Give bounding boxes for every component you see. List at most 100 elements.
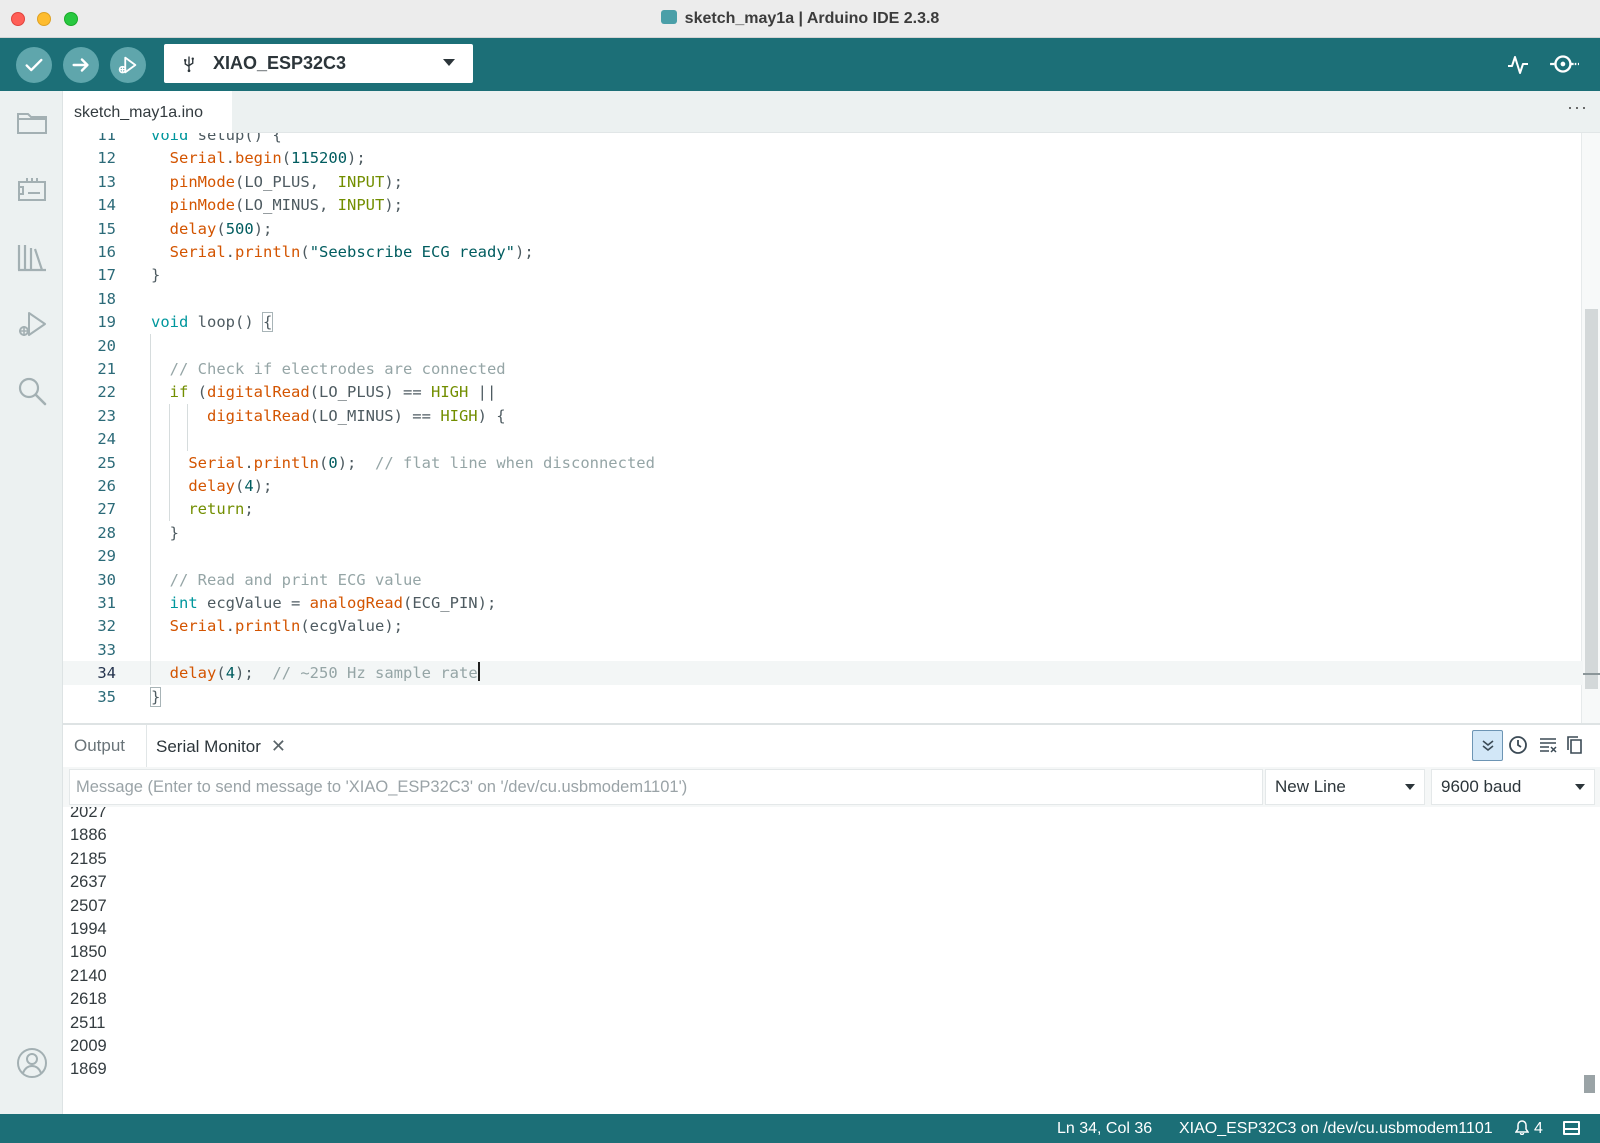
indent-guide [187, 403, 188, 451]
line-number: 28 [97, 523, 116, 542]
line-number: 30 [97, 570, 116, 589]
cursor-position[interactable]: Ln 34, Col 36 [1057, 1114, 1152, 1143]
code-line[interactable]: 24 [63, 427, 1583, 451]
verify-button[interactable] [16, 47, 52, 83]
code-line[interactable]: 28 } [63, 521, 1583, 545]
sketchbook-button[interactable] [14, 105, 50, 141]
code-text: } [151, 523, 179, 542]
window-title-wrap: sketch_may1a | Arduino IDE 2.3.8 [0, 0, 1600, 38]
copy-output-button[interactable] [1561, 731, 1589, 759]
chevron-down-icon [443, 59, 455, 66]
account-icon [17, 1048, 47, 1078]
debug-icon [118, 56, 137, 74]
serial-plotter-button[interactable] [1502, 48, 1534, 80]
toggle-panel-icon[interactable] [1563, 1121, 1580, 1135]
serial-scrollbar-thumb[interactable] [1584, 1075, 1595, 1093]
timestamp-toggle[interactable] [1504, 731, 1532, 759]
serial-line: 1850 [70, 943, 107, 962]
debug-button[interactable] [110, 47, 146, 83]
tab-serial-monitor[interactable]: Serial Monitor ✕ [146, 725, 286, 767]
text-cursor [477, 662, 480, 682]
autoscroll-toggle[interactable] [1472, 730, 1503, 761]
clear-output-button[interactable] [1534, 731, 1562, 759]
tab-output[interactable]: Output [74, 725, 125, 767]
serial-line: 1869 [70, 1060, 107, 1079]
code-line[interactable]: 21 // Check if electrodes are connected [63, 357, 1583, 381]
line-number: 11 [97, 133, 116, 144]
search-button[interactable] [14, 373, 50, 409]
line-number: 29 [97, 547, 116, 566]
verify-icon [25, 58, 43, 72]
code-line[interactable]: 12 Serial.begin(115200); [63, 146, 1583, 170]
editor-scrollbar-thumb[interactable] [1585, 309, 1598, 689]
code-line[interactable]: 14 pinMode(LO_MINUS, INPUT); [63, 193, 1583, 217]
autoscroll-icon [1482, 739, 1493, 751]
code-editor[interactable]: 11 void setup() {12 Serial.begin(115200);… [63, 133, 1600, 725]
chevron-down-icon [1575, 784, 1585, 790]
serial-line: 2140 [70, 966, 107, 985]
baud-rate-select[interactable]: 9600 baud [1431, 769, 1595, 805]
line-ending-select[interactable]: New Line [1265, 769, 1425, 805]
code-text: Serial.println(ecgValue); [169, 617, 403, 636]
line-number: 24 [97, 430, 116, 449]
code-line[interactable]: 23 digitalRead(LO_MINUS) == HIGH) { [63, 404, 1583, 428]
clear-all-icon [1540, 738, 1557, 753]
code-line[interactable]: 34 delay(4); // ~250 Hz sample rate [63, 661, 1583, 686]
code-line[interactable]: 26 delay(4); [63, 474, 1583, 498]
serial-line: 2027 [70, 807, 107, 821]
code-line[interactable]: 31 int ecgValue = analogRead(ECG_PIN); [63, 591, 1583, 615]
code-line[interactable]: 15 delay(500); [63, 217, 1583, 241]
library-manager-button[interactable] [14, 239, 50, 275]
editor-scrollbar[interactable] [1581, 133, 1600, 725]
account-button[interactable] [14, 1045, 50, 1081]
code-line[interactable]: 13 pinMode(LO_PLUS, INPUT); [63, 170, 1583, 194]
code-text: Serial.println("Seebscribe ECG ready"); [169, 243, 534, 261]
code-line[interactable]: 19 void loop() { [63, 310, 1583, 334]
code-line[interactable]: 16 Serial.println("Seebscribe ECG ready"… [63, 240, 1583, 264]
line-number: 17 [97, 266, 116, 285]
code-line[interactable]: 22 if (digitalRead(LO_PLUS) == HIGH || [63, 380, 1583, 404]
line-number: 22 [97, 383, 116, 402]
upload-button[interactable] [63, 47, 99, 83]
code-line[interactable]: 32 Serial.println(ecgValue); [63, 614, 1583, 638]
boards-manager-icon [18, 178, 46, 201]
board-port-status[interactable]: XIAO_ESP32C3 on /dev/cu.usbmodem1101 [1179, 1114, 1493, 1143]
file-tab[interactable]: sketch_may1a.ino [63, 91, 232, 133]
line-number: 33 [97, 640, 116, 659]
serial-monitor-button[interactable] [1548, 48, 1580, 80]
message-input[interactable] [69, 769, 1263, 805]
line-number: 15 [97, 219, 116, 238]
tab-serial-monitor-label: Serial Monitor [156, 737, 261, 756]
code-line[interactable]: 35} [63, 685, 1583, 709]
notifications-button[interactable]: 4 [1514, 1114, 1543, 1143]
code-line[interactable]: 18 [63, 287, 1583, 311]
code-line[interactable]: 29 [63, 544, 1583, 568]
code-line[interactable]: 11 void setup() { [63, 133, 1583, 147]
debug-panel-button[interactable] [14, 306, 50, 342]
code-line[interactable]: 30 // Read and print ECG value [63, 568, 1583, 592]
code-line[interactable]: 33 [63, 638, 1583, 662]
board-selector[interactable]: XIAO_ESP32C3 [164, 44, 473, 83]
more-actions-icon[interactable]: ··· [1567, 97, 1588, 118]
code-line[interactable]: 20 [63, 334, 1583, 358]
code-text: digitalRead(LO_MINUS) == HIGH) { [207, 406, 506, 425]
code-line[interactable]: 17} [63, 263, 1583, 287]
indent-guide [150, 333, 151, 685]
code-line[interactable]: 27 return; [63, 497, 1583, 521]
serial-line: 2185 [70, 849, 107, 868]
line-number: 14 [97, 196, 116, 215]
serial-line: 2618 [70, 990, 107, 1009]
code-text: Serial.begin(115200); [169, 149, 366, 168]
bell-icon [1514, 1120, 1530, 1136]
status-bar: Ln 34, Col 36 XIAO_ESP32C3 on /dev/cu.us… [0, 1114, 1600, 1143]
close-icon[interactable]: ✕ [271, 736, 286, 756]
code-text: Serial.println(0); // flat line when dis… [188, 453, 655, 472]
boards-manager-button[interactable] [14, 172, 50, 208]
line-number: 34 [97, 664, 116, 683]
code-text: delay(4); // ~250 Hz sample rate [169, 662, 480, 683]
code-line[interactable]: 25 Serial.println(0); // flat line when … [63, 451, 1583, 475]
line-number: 32 [97, 617, 116, 636]
serial-output[interactable]: 2027 1886 2185 2637 2507 1994 1850 2140 2618 2511… [63, 807, 1600, 1114]
board-name: XIAO_ESP32C3 [213, 53, 347, 73]
line-number: 19 [97, 313, 116, 332]
